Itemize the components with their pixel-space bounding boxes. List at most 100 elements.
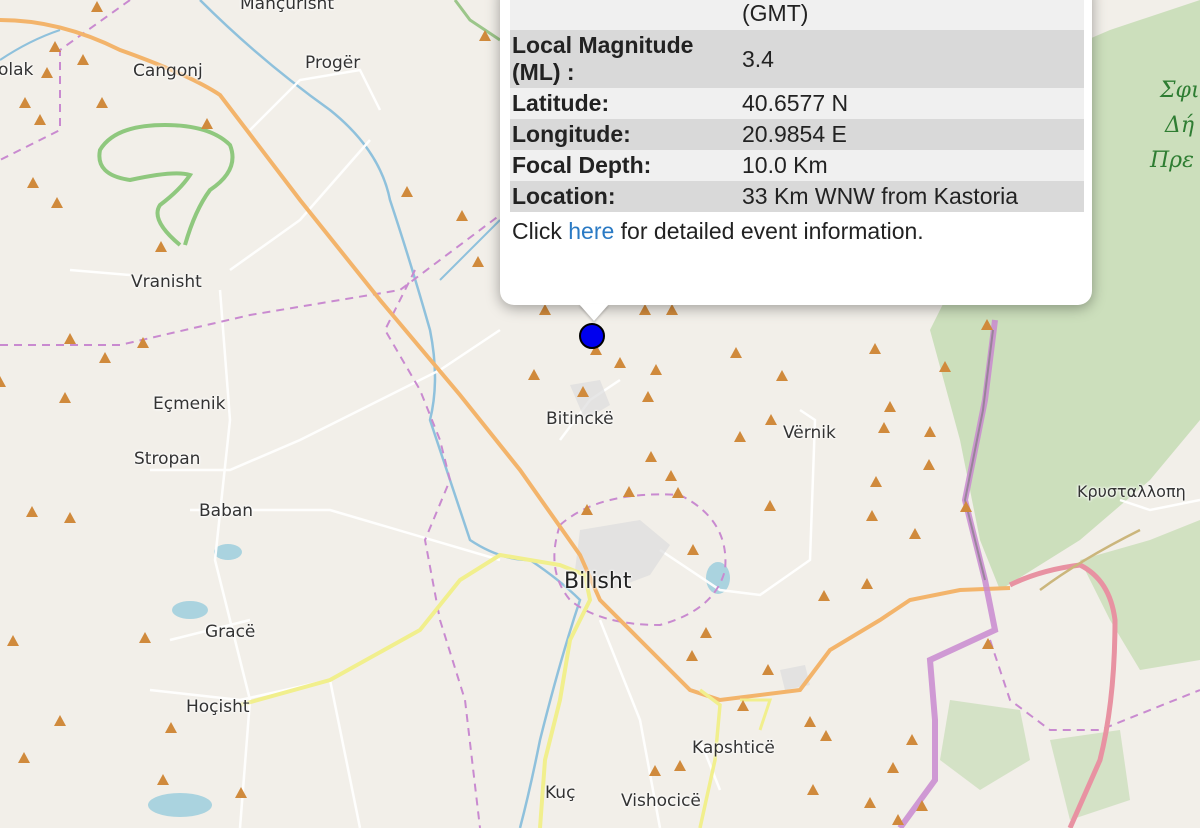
trail: [97, 122, 235, 247]
secondary-road: [239, 552, 593, 828]
peak-icon: [687, 544, 699, 555]
peak-icon: [51, 197, 63, 208]
peak-icon: [924, 426, 936, 437]
peak-icon: [666, 304, 678, 315]
peak-icon: [645, 451, 657, 462]
peak-icon: [892, 814, 904, 825]
place-label-vranisht: Vranisht: [131, 272, 202, 292]
peak-icon: [0, 376, 6, 387]
popup-tip: [579, 304, 609, 321]
place-label-kuc: Kuç: [545, 783, 576, 803]
peak-icon: [235, 787, 247, 798]
peak-icon: [41, 67, 53, 78]
peak-icon: [54, 715, 66, 726]
footer-prefix: Click: [512, 218, 562, 244]
peak-icon: [650, 364, 662, 375]
peak-icon: [49, 41, 61, 52]
peak-icon: [870, 476, 882, 487]
peak-icon: [866, 510, 878, 521]
latitude-label: Latitude:: [510, 88, 740, 119]
peak-icon: [869, 343, 881, 354]
region-label-line-3: Πρε: [1150, 148, 1194, 173]
place-label-cangonj: Cangonj: [133, 61, 203, 81]
peak-icon: [818, 590, 830, 601]
table-row: Longitude: 20.9854 E: [510, 119, 1084, 150]
peak-icon: [674, 760, 686, 771]
place-label-bilisht: Bilisht: [564, 569, 632, 594]
latitude-value: 40.6577 N: [740, 88, 1084, 119]
peak-icon: [201, 118, 213, 129]
peak-icon: [26, 506, 38, 517]
table-row: Location: 33 Km WNW from Kastoria: [510, 181, 1084, 212]
peak-icon: [401, 186, 413, 197]
river: [439, 219, 501, 281]
peak-icon: [906, 734, 918, 745]
peak-icon: [642, 391, 654, 402]
event-popup: (GMT) Local Magnitude (ML) : 3.4 Latitud…: [500, 0, 1092, 305]
peak-icon: [649, 765, 661, 776]
peak-icon: [19, 97, 31, 108]
row-key: [510, 0, 740, 30]
place-label-vernik: Vërnik: [783, 423, 836, 443]
peak-icon: [96, 97, 108, 108]
peak-icon: [165, 722, 177, 733]
table-row: Local Magnitude (ML) : 3.4: [510, 30, 1084, 88]
peak-icon: [887, 762, 899, 773]
lake: [148, 793, 212, 817]
peak-icon: [77, 54, 89, 65]
peak-icon: [700, 627, 712, 638]
peak-icon: [804, 716, 816, 727]
focal-depth-label: Focal Depth:: [510, 150, 740, 181]
place-label-hocisht: Hoçisht: [186, 697, 250, 717]
peak-icon: [64, 333, 76, 344]
secondary-road: [698, 688, 722, 828]
peak-icon: [765, 414, 777, 425]
focal-depth-value: 10.0 Km: [740, 150, 1084, 181]
place-label-bitincke: Bitinckë: [546, 409, 614, 429]
peak-icon: [456, 210, 468, 221]
region-label-line-1: Σφι: [1160, 78, 1200, 103]
longitude-value: 20.9854 E: [740, 119, 1084, 150]
peak-icon: [472, 256, 484, 267]
peak-icon: [91, 1, 103, 12]
event-marker-icon[interactable]: [579, 323, 605, 349]
location-value: 33 Km WNW from Kastoria: [740, 181, 1084, 212]
forest-edge: [453, 0, 501, 42]
peak-icon: [64, 512, 76, 523]
peak-icon: [686, 650, 698, 661]
peak-icon: [820, 730, 832, 741]
peak-icon: [923, 459, 935, 470]
event-details-link[interactable]: here: [568, 218, 614, 244]
table-row: Focal Depth: 10.0 Km: [510, 150, 1084, 181]
peak-icon: [672, 487, 684, 498]
event-details-table: (GMT) Local Magnitude (ML) : 3.4 Latitud…: [510, 0, 1084, 212]
peak-icon: [878, 422, 890, 433]
peak-icon: [614, 357, 626, 368]
peak-icon: [864, 797, 876, 808]
forest-patch: [940, 700, 1030, 790]
location-label: Location:: [510, 181, 740, 212]
peak-icon: [737, 700, 749, 711]
place-label-stropan: Stropan: [134, 449, 201, 469]
peak-icon: [157, 774, 169, 785]
peak-icon: [861, 578, 873, 589]
peak-icon: [539, 304, 551, 315]
forest-patch: [1050, 730, 1130, 820]
place-label-krystallopigi: Κρυσταλλοπη: [1077, 482, 1186, 501]
place-label-vishocice: Vishocicë: [621, 791, 701, 811]
place-label-olak: olak: [0, 60, 34, 80]
peak-icon: [99, 352, 111, 363]
time-zone-value: (GMT): [740, 0, 1084, 30]
place-label-grace: Gracë: [205, 622, 256, 642]
peak-icon: [730, 347, 742, 358]
peak-icon: [34, 114, 46, 125]
peak-icon: [139, 632, 151, 643]
table-row: Latitude: 40.6577 N: [510, 88, 1084, 119]
peak-icon: [27, 177, 39, 188]
peak-icon: [960, 501, 972, 512]
place-label-mancurisht: Mançurisht: [240, 0, 334, 14]
peak-icon: [528, 369, 540, 380]
peak-icon: [734, 431, 746, 442]
magnitude-value: 3.4: [740, 30, 1084, 88]
region-label-line-2: Δή: [1165, 113, 1195, 138]
